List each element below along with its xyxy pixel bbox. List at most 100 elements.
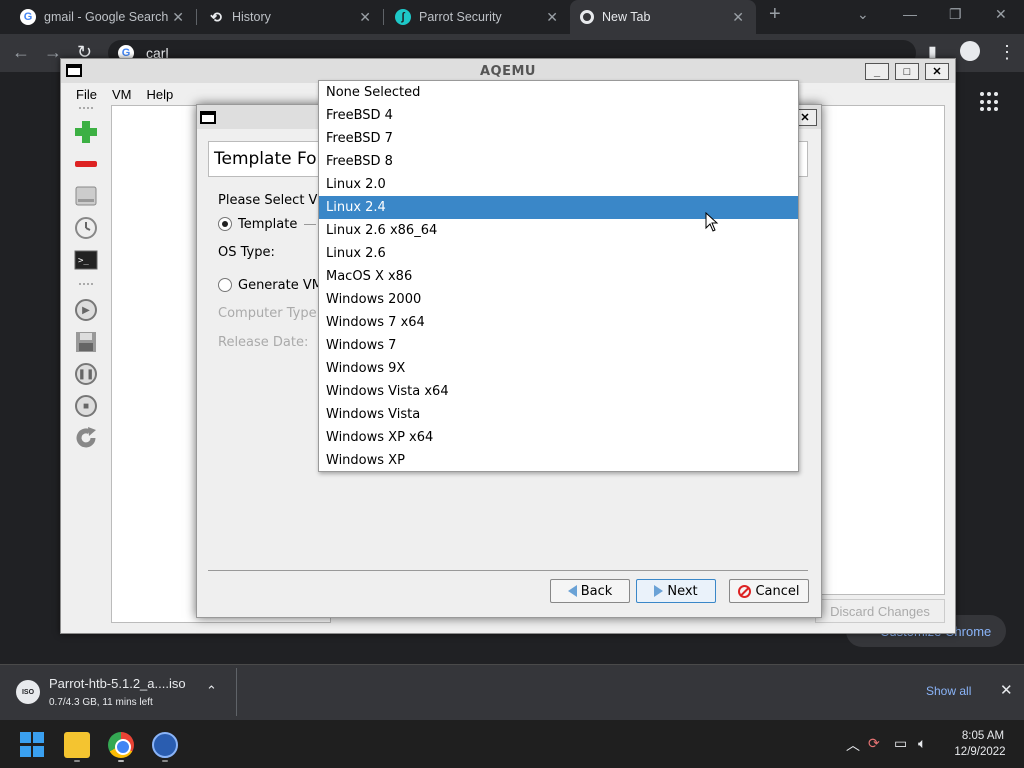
start-vm-icon[interactable]: ▶ — [73, 297, 99, 323]
virtualbox-taskbar-icon[interactable] — [152, 732, 178, 758]
profile-avatar-icon[interactable] — [960, 41, 980, 61]
menu-kebab-icon[interactable]: ⋮ — [998, 42, 1016, 63]
tab-label: gmail - Google Search — [44, 10, 169, 24]
cancel-button[interactable]: Cancel — [729, 579, 809, 603]
restore-icon[interactable]: ❐ — [949, 6, 962, 23]
close-tab-icon[interactable]: ✕ — [732, 9, 744, 26]
vm-settings-panel — [821, 105, 945, 595]
save-state-icon[interactable] — [73, 329, 99, 355]
tab-label: Parrot Security — [419, 10, 502, 24]
chrome-taskbar-icon[interactable] — [108, 732, 134, 758]
next-arrow-icon — [654, 585, 664, 597]
clock-time[interactable]: 8:05 AM — [958, 730, 1008, 742]
close-button[interactable]: ✕ — [925, 63, 949, 80]
tray-overflow-icon[interactable]: ︿ — [846, 735, 860, 755]
dropdown-option[interactable]: Linux 2.6 x86_64 — [319, 219, 798, 242]
close-window-icon[interactable]: ✕ — [995, 6, 1007, 23]
menu-vm[interactable]: VM — [112, 87, 132, 102]
vm-toolbar: >_ ▶ ❚❚ ■ — [69, 105, 103, 625]
generate-vm-radio-label[interactable]: Generate VM — [238, 278, 323, 293]
minimize-button[interactable]: _ — [865, 63, 889, 80]
tab-strip: G gmail - Google Search ✕ ⟲ History ✕ ʃ … — [0, 0, 1024, 34]
reset-vm-icon[interactable] — [73, 425, 99, 451]
terminal-icon[interactable]: >_ — [73, 247, 99, 273]
release-date-label: Release Date: — [218, 335, 309, 350]
google-icon: G — [20, 9, 36, 25]
volume-icon[interactable]: 🔈︎ — [918, 735, 926, 752]
dropdown-option[interactable]: Windows XP x64 — [319, 426, 798, 449]
dropdown-option[interactable]: Windows XP — [319, 449, 798, 472]
back-arrow-icon — [567, 585, 577, 597]
delete-vm-icon[interactable] — [73, 151, 99, 177]
tab-history[interactable]: ⟲ History ✕ — [196, 0, 383, 34]
svg-text:>_: >_ — [78, 256, 89, 266]
back-arrow-icon[interactable]: ← — [12, 42, 30, 63]
close-tab-icon[interactable]: ✕ — [359, 9, 371, 26]
menu-file[interactable]: File — [76, 87, 97, 102]
dropdown-option[interactable]: Linux 2.0 — [319, 173, 798, 196]
stop-vm-icon[interactable]: ■ — [73, 393, 99, 419]
os-type-label: OS Type: — [218, 245, 275, 260]
discard-changes-button[interactable]: Discard Changes — [815, 599, 945, 623]
computer-type-label: Computer Type: — [218, 306, 321, 321]
back-button[interactable]: Back — [550, 579, 630, 603]
windows-start-icon[interactable] — [20, 732, 46, 758]
cancel-button-label: Cancel — [755, 583, 800, 599]
template-radio[interactable] — [218, 217, 232, 231]
tab-search-icon[interactable]: ⌄ — [857, 6, 869, 23]
mouse-cursor-icon — [705, 212, 719, 232]
close-tab-icon[interactable]: ✕ — [172, 9, 184, 26]
download-progress: 0.7/4.3 GB, 11 mins left — [49, 697, 153, 708]
menu-help[interactable]: Help — [146, 87, 173, 102]
chevron-up-icon[interactable]: ⌃ — [206, 683, 217, 699]
network-icon[interactable]: ▭ — [894, 735, 907, 752]
dropdown-option[interactable]: Windows 9X — [319, 357, 798, 380]
download-file-name[interactable]: Parrot-htb-5.1.2_a....iso — [49, 676, 186, 691]
select-vm-label: Please Select VM — [218, 193, 329, 208]
clock-icon[interactable] — [73, 215, 99, 241]
dropdown-option[interactable]: None Selected — [319, 81, 798, 104]
dropdown-option[interactable]: FreeBSD 7 — [319, 127, 798, 150]
dropdown-option[interactable]: Windows Vista — [319, 403, 798, 426]
chrome-icon — [580, 10, 594, 24]
iso-file-icon: ISO — [16, 680, 40, 704]
tab-label: History — [232, 10, 271, 24]
dropdown-option[interactable]: Windows 7 — [319, 334, 798, 357]
tab-parrot-security[interactable]: ʃ Parrot Security ✕ — [383, 0, 570, 34]
divider — [236, 668, 237, 716]
tab-label: New Tab — [602, 10, 651, 24]
google-apps-icon[interactable] — [980, 92, 1000, 112]
disk-icon[interactable] — [73, 183, 99, 209]
dropdown-option[interactable]: Windows 7 x64 — [319, 311, 798, 334]
os-type-dropdown-list[interactable]: None Selected FreeBSD 4 FreeBSD 7 FreeBSD 8… — [318, 80, 799, 472]
dropdown-option[interactable]: FreeBSD 8 — [319, 150, 798, 173]
dropdown-option[interactable]: Windows 2000 — [319, 288, 798, 311]
clock-date[interactable]: 12/9/2022 — [950, 746, 1010, 758]
new-tab-button[interactable]: + — [769, 3, 781, 26]
tab-new-tab[interactable]: New Tab ✕ — [570, 0, 756, 34]
maximize-button[interactable]: □ — [895, 63, 919, 80]
dropdown-option[interactable]: FreeBSD 4 — [319, 104, 798, 127]
template-radio-label[interactable]: Template — [238, 217, 297, 232]
button-separator — [208, 570, 808, 571]
history-icon: ⟲ — [210, 8, 222, 25]
file-explorer-icon[interactable] — [64, 732, 90, 758]
back-button-label: Back — [580, 583, 613, 599]
generate-vm-radio[interactable] — [218, 278, 232, 292]
dropdown-option[interactable]: Windows Vista x64 — [319, 380, 798, 403]
dropdown-option[interactable]: Linux 2.6 — [319, 242, 798, 265]
window-icon — [66, 64, 82, 77]
minimize-icon[interactable]: — — [903, 6, 917, 22]
pause-vm-icon[interactable]: ❚❚ — [73, 361, 99, 387]
download-bar — [0, 664, 1024, 720]
cancel-icon — [738, 584, 752, 598]
close-download-bar-icon[interactable]: ✕ — [1000, 681, 1013, 699]
sync-icon[interactable]: ⟳ — [868, 735, 880, 752]
add-vm-icon[interactable] — [73, 119, 99, 145]
show-all-link[interactable]: Show all — [926, 684, 971, 698]
dropdown-option[interactable]: MacOS X x86 — [319, 265, 798, 288]
next-button[interactable]: Next — [636, 579, 716, 603]
close-tab-icon[interactable]: ✕ — [546, 9, 558, 26]
dropdown-option[interactable]: Linux 2.4 — [319, 196, 798, 219]
tab-gmail-search[interactable]: G gmail - Google Search ✕ — [0, 0, 196, 34]
